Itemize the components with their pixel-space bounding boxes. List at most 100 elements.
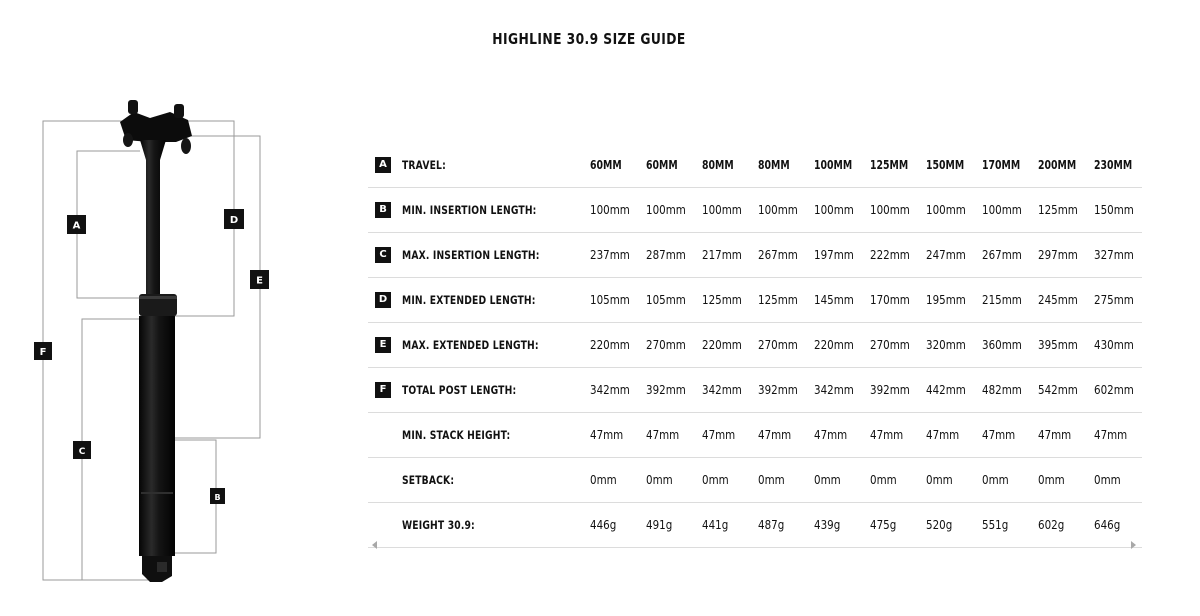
table-cell: 47mm: [646, 428, 680, 442]
row-badge: F: [375, 382, 391, 398]
table-cell: 100mm: [758, 203, 798, 217]
table-cell: 602mm: [1094, 383, 1134, 397]
table-cell: 442mm: [926, 383, 966, 397]
table-cell: 245mm: [1038, 293, 1078, 307]
table-cell: 270mm: [646, 338, 686, 352]
table-cell: 125mm: [702, 293, 742, 307]
table-cell: 197mm: [814, 248, 854, 262]
table-cell: 47mm: [926, 428, 960, 442]
table-cell: 217mm: [702, 248, 742, 262]
table-cell: 100mm: [590, 203, 630, 217]
row-badge: B: [375, 202, 391, 218]
diagram-badge-c: C: [73, 441, 91, 459]
table-row: MIN. STACK HEIGHT: 47mm 47mm 47mm 47mm 47mm 47…: [368, 413, 1142, 458]
table-header-row: A TRAVEL: 60MM 60MM 80MM 80MM 100MM 125M…: [368, 143, 1142, 188]
table-cell: 360mm: [982, 338, 1022, 352]
table-cell: 0mm: [982, 473, 1009, 487]
table-cell: 0mm: [926, 473, 953, 487]
row-label: MAX. INSERTION LENGTH:: [402, 248, 540, 262]
diagram-badge-a: A: [67, 215, 86, 234]
size-guide-table: A TRAVEL: 60MM 60MM 80MM 80MM 100MM 125M…: [368, 143, 1142, 548]
table-cell: 270mm: [870, 338, 910, 352]
scroll-right-arrow-icon[interactable]: [1131, 541, 1136, 549]
table-row: E MAX. EXTENDED LENGTH: 220mm 270mm 220mm 270…: [368, 323, 1142, 368]
table-cell: 150mm: [1094, 203, 1134, 217]
table-cell: 47mm: [590, 428, 624, 442]
table-cell: 47mm: [982, 428, 1016, 442]
table-cell: 267mm: [758, 248, 798, 262]
diagram-badge-d: D: [224, 209, 244, 229]
table-cell: 542mm: [1038, 383, 1078, 397]
table-row: C MAX. INSERTION LENGTH: 237mm 287mm 217mm 26…: [368, 233, 1142, 278]
table-cell: 320mm: [926, 338, 966, 352]
row-badge: C: [375, 247, 391, 263]
table-cell: 342mm: [590, 383, 630, 397]
table-cell: 0mm: [590, 473, 617, 487]
table-cell: 125mm: [1038, 203, 1078, 217]
table-cell: 100mm: [646, 203, 686, 217]
table-cell: 125MM: [870, 158, 909, 172]
table-cell: 145mm: [814, 293, 854, 307]
table-cell: 47mm: [1094, 428, 1128, 442]
table-cell: 100mm: [870, 203, 910, 217]
row-badge: D: [375, 292, 391, 308]
table-cell: 47mm: [702, 428, 736, 442]
table-row: F TOTAL POST LENGTH: 342mm 392mm 342mm 392mm 3…: [368, 368, 1142, 413]
table-cell: 100mm: [814, 203, 854, 217]
table-cell: 47mm: [814, 428, 848, 442]
row-label: MAX. EXTENDED LENGTH:: [402, 338, 539, 352]
table-cell: 327mm: [1094, 248, 1134, 262]
table-cell: 215mm: [982, 293, 1022, 307]
table-cell: 100mm: [926, 203, 966, 217]
horizontal-scrollbar[interactable]: [368, 538, 1142, 552]
svg-text:E: E: [256, 276, 263, 287]
table-cell: 220mm: [814, 338, 854, 352]
table-cell: 392mm: [870, 383, 910, 397]
scroll-left-arrow-icon[interactable]: [372, 541, 377, 549]
row-badge: E: [375, 337, 391, 353]
table-cell: 430mm: [1094, 338, 1134, 352]
row-label: MIN. INSERTION LENGTH:: [402, 203, 537, 217]
row-label: TRAVEL:: [402, 158, 446, 172]
table-cell: 47mm: [870, 428, 904, 442]
svg-text:C: C: [79, 447, 86, 457]
svg-text:A: A: [73, 221, 81, 232]
seatpost-diagram: A B C D E F: [34, 100, 269, 582]
table-cell: 170MM: [982, 158, 1021, 172]
table-cell: 0mm: [702, 473, 729, 487]
table-cell: 200MM: [1038, 158, 1077, 172]
row-label: SETBACK:: [402, 473, 455, 487]
row-label: MIN. STACK HEIGHT:: [402, 428, 511, 442]
table-cell: 0mm: [758, 473, 785, 487]
table-cell: 47mm: [758, 428, 792, 442]
table-cell: 482mm: [982, 383, 1022, 397]
table-cell: 0mm: [870, 473, 897, 487]
table-cell: 297mm: [1038, 248, 1078, 262]
table-cell: 342mm: [702, 383, 742, 397]
row-badge: A: [375, 157, 391, 173]
table-cell: 80MM: [758, 158, 790, 172]
table-cell: 47mm: [1038, 428, 1072, 442]
table-cell: 0mm: [646, 473, 673, 487]
table-cell: 392mm: [646, 383, 686, 397]
table-cell: 342mm: [814, 383, 854, 397]
diagram-badge-e: E: [250, 270, 269, 289]
table-cell: 60MM: [646, 158, 678, 172]
table-cell: 230MM: [1094, 158, 1133, 172]
table-row: SETBACK: 0mm 0mm 0mm 0mm 0mm 0mm 0mm 0mm 0mm 0mm: [368, 458, 1142, 503]
table-cell: 222mm: [870, 248, 910, 262]
table-cell: 150MM: [926, 158, 965, 172]
row-label: MIN. EXTENDED LENGTH:: [402, 293, 536, 307]
svg-text:F: F: [40, 347, 47, 358]
table-cell: 60MM: [590, 158, 622, 172]
table-cell: 270mm: [758, 338, 798, 352]
table-cell: 100MM: [814, 158, 853, 172]
svg-text:B: B: [214, 493, 220, 502]
table-cell: 80MM: [702, 158, 734, 172]
row-label: TOTAL POST LENGTH:: [402, 383, 517, 397]
table-cell: 395mm: [1038, 338, 1078, 352]
table-cell: 220mm: [702, 338, 742, 352]
table-cell: 237mm: [590, 248, 630, 262]
table-cell: 125mm: [758, 293, 798, 307]
table-cell: 0mm: [1038, 473, 1065, 487]
